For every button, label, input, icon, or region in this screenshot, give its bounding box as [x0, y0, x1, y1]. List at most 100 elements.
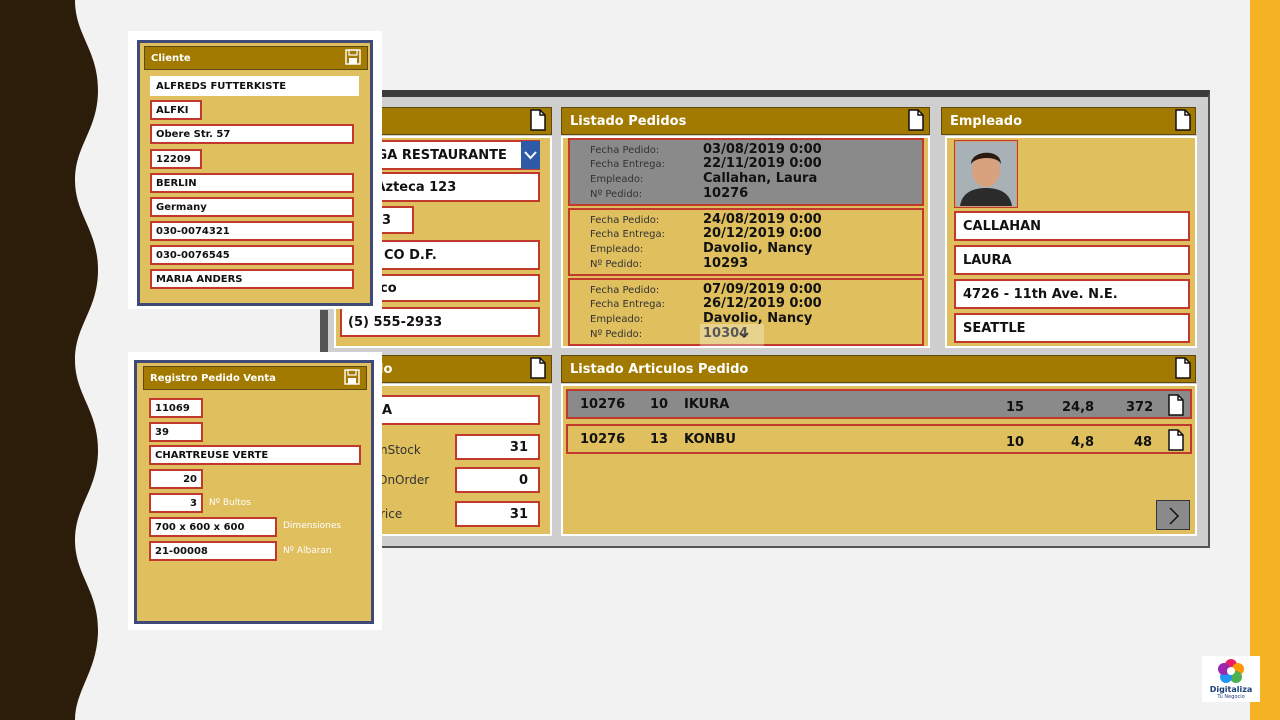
fax-field[interactable]: 030-0076545: [150, 245, 354, 265]
fecha-entrega: 26/12/2019 0:00: [703, 296, 822, 311]
phone-field[interactable]: 030-0074321: [150, 221, 354, 241]
flower-logo-icon: [1218, 659, 1244, 683]
albaran-label: Nº Albaran: [283, 546, 332, 556]
order-item[interactable]: Fecha Pedido: 03/08/2019 0:00 Fecha Entr…: [568, 138, 924, 206]
cliente-window-title: Cliente: [144, 46, 368, 70]
empleado: Callahan, Laura: [703, 171, 818, 186]
empleado-panel-header: Empleado: [941, 107, 1196, 135]
quantity-field[interactable]: 20: [149, 469, 203, 489]
decorative-wave: [0, 0, 98, 720]
next-page-button[interactable]: [1156, 500, 1190, 530]
label: Fecha Entrega:: [590, 159, 665, 170]
fecha-entrega: 20/12/2019 0:00: [703, 226, 822, 241]
document-icon[interactable]: [1175, 109, 1191, 131]
empleado-panel-title: Empleado: [950, 114, 1023, 129]
table-row[interactable]: 10276 13 KONBU 10 4,8 48: [566, 424, 1192, 454]
accent-bar: [1250, 0, 1280, 720]
save-icon[interactable]: [345, 49, 361, 65]
stock-label: nStock: [380, 443, 421, 457]
cell-id: 13: [650, 432, 669, 447]
address-field[interactable]: Obere Str. 57: [150, 124, 354, 144]
dimensions-field[interactable]: 700 x 600 x 600: [149, 517, 277, 537]
last-name-field[interactable]: CALLAHAN: [954, 211, 1190, 241]
cell-order: 10276: [580, 432, 626, 447]
logo-text: Digitaliza: [1209, 685, 1253, 694]
company-field[interactable]: ALFREDS FUTTERKISTE: [150, 76, 359, 96]
label: Fecha Pedido:: [590, 285, 660, 296]
customer-id-field[interactable]: 39: [149, 422, 203, 442]
label: Fecha Entrega:: [590, 299, 665, 310]
logo: Digitaliza Tu Negocio: [1202, 656, 1260, 702]
first-name-field[interactable]: LAURA: [954, 245, 1190, 275]
bultos-label: Nº Bultos: [209, 498, 251, 508]
label: Nº Pedido:: [590, 189, 643, 200]
articulos-panel-header: Listado Articulos Pedido: [561, 355, 1196, 383]
document-icon[interactable]: [530, 357, 546, 379]
fecha-pedido: 24/08/2019 0:00: [703, 212, 822, 227]
price-field[interactable]: 31: [455, 501, 540, 527]
phone-field[interactable]: (5) 555-2933: [340, 307, 540, 337]
document-icon[interactable]: [530, 109, 546, 131]
fecha-entrega: 22/11/2019 0:00: [703, 156, 822, 171]
cell-price: 4,8: [1071, 435, 1095, 450]
fecha-pedido: 03/08/2019 0:00: [703, 142, 822, 157]
cell-qty: 10: [1006, 435, 1025, 450]
empleado: Davolio, Nancy: [703, 241, 813, 256]
cell-total: 48: [1134, 435, 1153, 450]
document-icon[interactable]: [908, 109, 924, 131]
document-icon[interactable]: [1175, 357, 1191, 379]
num-pedido: 10276: [703, 186, 749, 201]
stock-field[interactable]: 31: [455, 434, 540, 460]
fecha-pedido: 07/09/2019 0:00: [703, 282, 822, 297]
cell-id: 10: [650, 397, 669, 412]
logo-subtext: Tu Negocio: [1217, 694, 1245, 700]
document-icon[interactable]: [1168, 394, 1184, 416]
articulos-panel-title: Listado Articulos Pedido: [570, 362, 749, 377]
cell-price: 24,8: [1062, 400, 1095, 415]
table-row[interactable]: 10276 10 IKURA 15 24,8 372: [566, 389, 1192, 419]
employee-photo: [954, 140, 1018, 208]
cell-name: KONBU: [684, 432, 736, 447]
on-order-field[interactable]: 0: [455, 467, 540, 493]
cell-name: IKURA: [684, 397, 730, 412]
window-title-text: Registro Pedido Venta: [150, 373, 276, 384]
chevron-right-icon: [1169, 507, 1180, 525]
scroll-indicator[interactable]: [700, 324, 764, 346]
pedidos-panel-title: Listado Pedidos: [570, 114, 687, 129]
contact-field[interactable]: MARIA ANDERS: [150, 269, 354, 289]
cell-order: 10276: [580, 397, 626, 412]
order-id-field[interactable]: 11069: [149, 398, 203, 418]
label: Empleado:: [590, 244, 644, 255]
bultos-field[interactable]: 3: [149, 493, 203, 513]
num-pedido: 10293: [703, 256, 749, 271]
cell-qty: 15: [1006, 400, 1025, 415]
label: Empleado:: [590, 174, 644, 185]
code-field[interactable]: ALFKI: [150, 100, 202, 120]
label: Fecha Entrega:: [590, 229, 665, 240]
on-order-label: OnOrder: [378, 473, 430, 487]
postal-field[interactable]: 12209: [150, 149, 202, 169]
dimensions-label: Dimensiones: [283, 521, 342, 531]
app-border: [320, 310, 328, 352]
address-field[interactable]: 4726 - 11th Ave. N.E.: [954, 279, 1190, 309]
product-field[interactable]: CHARTREUSE VERTE: [149, 445, 361, 465]
label: Empleado:: [590, 314, 644, 325]
label: Nº Pedido:: [590, 259, 643, 270]
order-item[interactable]: Fecha Pedido: 24/08/2019 0:00 Fecha Entr…: [568, 208, 924, 276]
registro-window-title: Registro Pedido Venta: [143, 366, 367, 390]
label: Fecha Pedido:: [590, 145, 660, 156]
pedidos-panel-header: Listado Pedidos: [561, 107, 930, 135]
document-icon[interactable]: [1168, 429, 1184, 451]
save-icon[interactable]: [344, 369, 360, 385]
city-field[interactable]: SEATTLE: [954, 313, 1190, 343]
dropdown-button[interactable]: [521, 141, 540, 169]
chevron-down-icon: [739, 332, 749, 339]
city-field[interactable]: BERLIN: [150, 173, 354, 193]
window-title-text: Cliente: [151, 53, 191, 64]
cell-total: 372: [1126, 400, 1154, 415]
label: Nº Pedido:: [590, 329, 643, 340]
albaran-field[interactable]: 21-00008: [149, 541, 277, 561]
label: Fecha Pedido:: [590, 215, 660, 226]
chevron-down-icon: [524, 151, 537, 160]
country-field[interactable]: Germany: [150, 197, 354, 217]
